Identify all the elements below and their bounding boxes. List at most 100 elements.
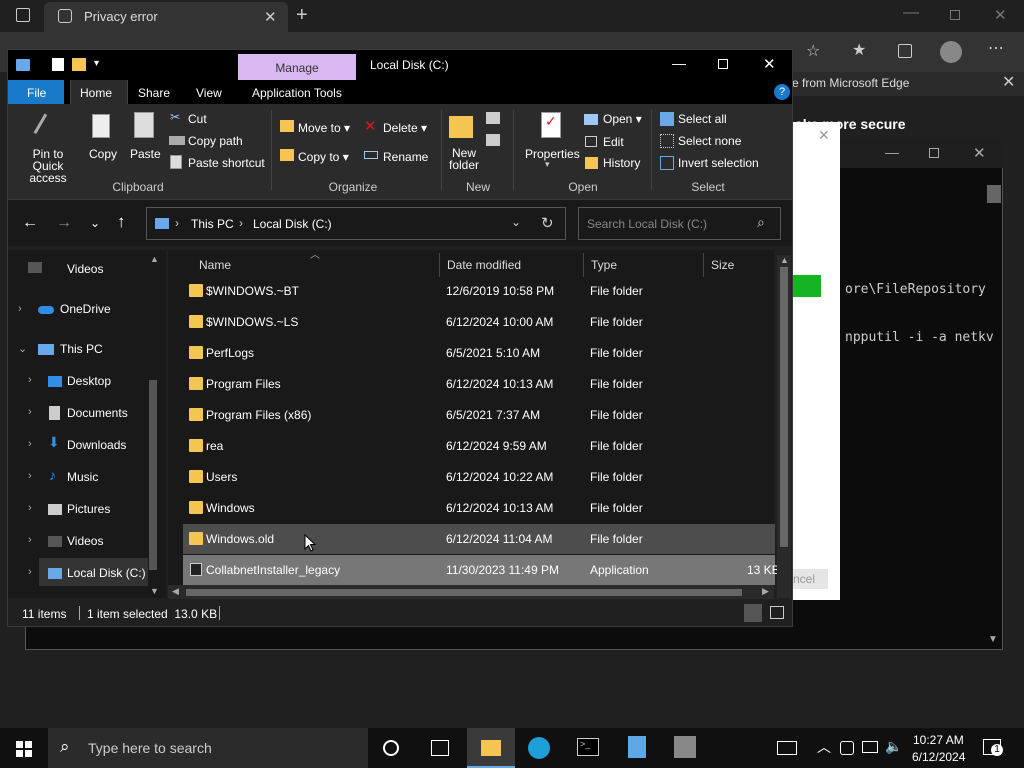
- horizontal-scrollbar[interactable]: ◀ ▶: [168, 585, 774, 599]
- volume-muted-icon[interactable]: 🔈: [885, 738, 902, 755]
- vpn-icon[interactable]: [840, 741, 854, 755]
- forward-icon[interactable]: →: [56, 214, 72, 232]
- properties-dropdown-icon[interactable]: ▾: [545, 159, 550, 170]
- nav-item-this-pc[interactable]: This PC: [60, 342, 103, 356]
- nav-scrollbar[interactable]: [149, 380, 157, 570]
- collections-icon[interactable]: [898, 44, 912, 58]
- expand-icon[interactable]: ›: [28, 502, 32, 514]
- column-header-type[interactable]: Type: [591, 258, 617, 272]
- address-bar[interactable]: › This PC › Local Disk (C:) ⌄ ↻: [146, 207, 566, 240]
- select-all-button[interactable]: Select all: [678, 112, 727, 126]
- restore-icon[interactable]: [950, 10, 960, 20]
- notepad-icon[interactable]: [628, 736, 646, 758]
- table-row[interactable]: rea 6/12/2024 9:59 AM File folder: [183, 431, 775, 461]
- tab-application-tools[interactable]: Application Tools: [252, 86, 342, 100]
- nav-item-local-disk[interactable]: Local Disk (C:): [67, 566, 146, 580]
- close-tab-icon[interactable]: ✕: [264, 8, 277, 26]
- favorites-icon[interactable]: ★: [852, 40, 866, 60]
- taskbar-search-input[interactable]: Type here to search: [88, 740, 212, 756]
- paste-shortcut-button[interactable]: Paste shortcut: [188, 156, 265, 170]
- tab-file[interactable]: File: [8, 80, 64, 104]
- scroll-down-icon[interactable]: ▼: [150, 586, 159, 596]
- table-row[interactable]: PerfLogs 6/5/2021 5:10 AM File folder: [183, 338, 775, 368]
- windows-start-icon[interactable]: [16, 741, 32, 757]
- easy-access-icon[interactable]: [486, 134, 500, 146]
- expand-icon[interactable]: ›: [28, 534, 32, 546]
- scroll-up-icon[interactable]: ▲: [150, 254, 159, 264]
- paste-button[interactable]: Paste: [130, 147, 161, 161]
- nav-item-music[interactable]: Music: [67, 470, 98, 484]
- edge-tab-privacy-error[interactable]: Privacy error ✕: [44, 2, 288, 32]
- nav-item-videos[interactable]: Videos: [67, 262, 103, 276]
- nav-item-videos-2[interactable]: Videos: [67, 534, 103, 548]
- pin-to-quick-access-button[interactable]: Pin to Quick access: [16, 148, 80, 184]
- nav-item-desktop[interactable]: Desktop: [67, 374, 111, 388]
- scrollbar-thumb[interactable]: [186, 589, 742, 596]
- delete-button[interactable]: Delete ▾: [383, 121, 427, 135]
- tab-manage[interactable]: Manage: [238, 54, 356, 80]
- infobar-close-icon[interactable]: ✕: [1002, 72, 1015, 92]
- dialog-close-icon[interactable]: ✕: [818, 127, 830, 144]
- minimize-icon[interactable]: —: [672, 55, 686, 71]
- taskbar-search[interactable]: ⌕ Type here to search: [48, 728, 368, 768]
- expand-icon[interactable]: ›: [28, 470, 32, 482]
- breadcrumb-this-pc[interactable]: This PC: [191, 217, 234, 231]
- more-icon[interactable]: ⋯: [988, 38, 1004, 58]
- cortana-icon[interactable]: [383, 740, 399, 756]
- column-divider[interactable]: [703, 253, 704, 277]
- cmd-scrollbar[interactable]: [987, 185, 1001, 203]
- new-folder-button[interactable]: New folder: [444, 147, 484, 171]
- table-row[interactable]: Users 6/12/2024 10:22 AM File folder: [183, 462, 775, 492]
- cmd-maximize-icon[interactable]: [929, 148, 939, 158]
- cut-button[interactable]: Cut: [188, 112, 207, 126]
- move-to-button[interactable]: Move to ▾: [298, 121, 350, 135]
- column-header-name[interactable]: Name: [199, 258, 231, 272]
- large-icons-view-icon[interactable]: [770, 606, 784, 619]
- table-row[interactable]: $WINDOWS.~LS 6/12/2024 10:00 AM File folde…: [183, 307, 775, 337]
- edge-icon[interactable]: [528, 737, 550, 759]
- scroll-left-icon[interactable]: ◀: [172, 586, 179, 597]
- tab-view[interactable]: View: [196, 86, 222, 100]
- table-row[interactable]: $WINDOWS.~BT 12/6/2019 10:58 PM File folde…: [183, 276, 775, 306]
- cmd-minimize-icon[interactable]: —: [885, 144, 899, 160]
- address-dropdown-icon[interactable]: ⌄: [511, 215, 521, 229]
- open-button[interactable]: Open ▾: [603, 112, 642, 126]
- nav-item-pictures[interactable]: Pictures: [67, 502, 110, 516]
- tab-actions-icon[interactable]: [16, 8, 30, 22]
- breadcrumb-local-disk[interactable]: Local Disk (C:): [253, 217, 332, 231]
- cmd-scroll-down-icon[interactable]: ▼: [988, 634, 998, 645]
- maximize-icon[interactable]: [718, 59, 728, 69]
- table-row[interactable]: Program Files (x86) 6/5/2021 7:37 AM File …: [183, 400, 775, 430]
- rename-button[interactable]: Rename: [383, 150, 428, 164]
- nav-item-documents[interactable]: Documents: [67, 406, 128, 420]
- cmd-close-icon[interactable]: ✕: [973, 144, 986, 162]
- installer-icon[interactable]: [674, 736, 696, 758]
- expand-icon[interactable]: ›: [28, 566, 32, 578]
- scroll-right-icon[interactable]: ▶: [762, 586, 769, 597]
- tab-share[interactable]: Share: [138, 86, 170, 100]
- copy-button[interactable]: Copy: [89, 147, 117, 161]
- close-icon[interactable]: ✕: [763, 55, 776, 73]
- expand-icon[interactable]: ›: [28, 406, 32, 418]
- invert-selection-button[interactable]: Invert selection: [678, 156, 759, 170]
- search-box[interactable]: Search Local Disk (C:) ⌕: [578, 207, 781, 240]
- task-view-icon[interactable]: [431, 740, 449, 756]
- back-icon[interactable]: ←: [22, 214, 38, 232]
- column-header-date[interactable]: Date modified: [447, 258, 521, 272]
- network-icon[interactable]: [862, 741, 878, 753]
- tab-home[interactable]: Home: [70, 80, 128, 104]
- taskbar-file-explorer[interactable]: [467, 728, 515, 768]
- table-row-selected[interactable]: CollabnetInstaller_legacy 11/30/2023 11:4…: [183, 555, 780, 585]
- cmd-icon[interactable]: >_: [577, 738, 599, 756]
- collapse-icon[interactable]: ⌄: [18, 342, 27, 355]
- clock-time[interactable]: 10:27 AM: [913, 733, 964, 747]
- table-row[interactable]: Windows 6/12/2024 10:13 AM File folder: [183, 493, 775, 523]
- search-icon[interactable]: ⌕: [757, 214, 765, 231]
- up-icon[interactable]: ↑: [117, 212, 126, 232]
- expand-icon[interactable]: ›: [28, 438, 32, 450]
- column-header-size[interactable]: Size: [711, 258, 734, 272]
- nav-item-onedrive[interactable]: OneDrive: [60, 302, 111, 316]
- properties-icon[interactable]: [52, 58, 64, 71]
- refresh-icon[interactable]: ↻: [541, 214, 554, 232]
- keyboard-icon[interactable]: [777, 741, 797, 755]
